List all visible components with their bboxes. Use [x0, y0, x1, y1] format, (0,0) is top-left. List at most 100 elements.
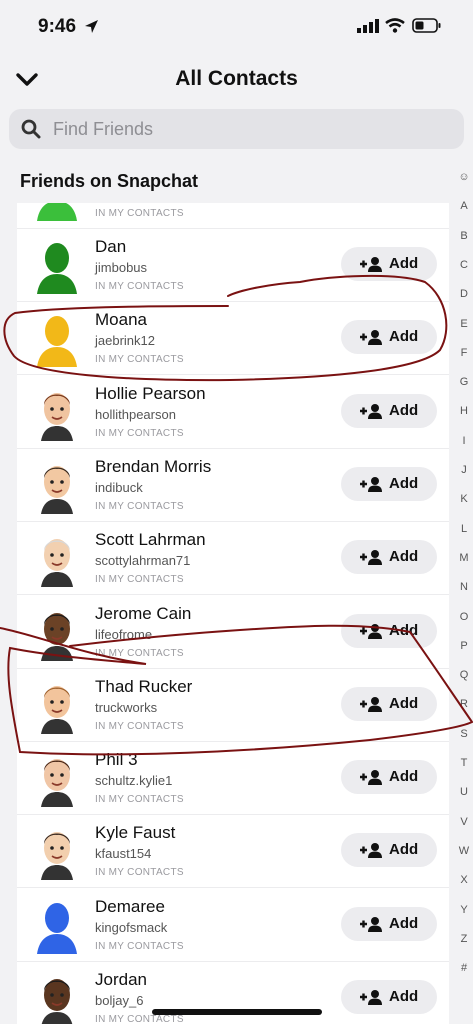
index-letter[interactable]: ☺: [452, 171, 473, 183]
list-item[interactable]: Kyle Faust kfaust154 IN MY CONTACTS Add: [17, 815, 449, 889]
index-letter[interactable]: G: [452, 376, 473, 388]
index-letter[interactable]: E: [452, 318, 473, 330]
index-letter[interactable]: T: [452, 757, 473, 769]
add-friend-button[interactable]: Add: [341, 320, 437, 355]
search-icon: [21, 119, 41, 139]
index-letter[interactable]: U: [452, 786, 473, 798]
list-item[interactable]: Thad Rucker truckworks IN MY CONTACTS Add: [17, 669, 449, 742]
index-letter[interactable]: X: [452, 874, 473, 886]
avatar: [35, 751, 79, 808]
status-time: 9:46: [38, 16, 77, 37]
add-button-label: Add: [389, 255, 419, 272]
list-item[interactable]: Moana jaebrink12 IN MY CONTACTS Add: [17, 302, 449, 376]
list-item[interactable]: Scott Lahrman scottylahrman71 IN MY CONTAC…: [17, 522, 449, 596]
contact-name: Thad Rucker: [95, 676, 193, 696]
index-letter[interactable]: D: [452, 288, 473, 300]
index-letter[interactable]: W: [452, 845, 473, 857]
add-friend-icon: [360, 329, 382, 349]
list-item[interactable]: IN MY CONTACTS: [17, 203, 449, 229]
index-letter[interactable]: S: [452, 728, 473, 740]
add-friend-button[interactable]: Add: [341, 466, 437, 501]
contact-username: kfaust154: [95, 846, 152, 862]
index-letter[interactable]: M: [452, 552, 473, 564]
index-letter[interactable]: H: [452, 405, 473, 417]
contact-name: Demaree: [95, 896, 165, 916]
index-letter[interactable]: A: [452, 200, 473, 212]
add-friend-button[interactable]: Add: [341, 393, 437, 428]
add-friend-button[interactable]: Add: [341, 247, 437, 281]
contact-source: IN MY CONTACTS: [95, 1014, 184, 1024]
contact-username: scottylahrman71: [95, 553, 191, 569]
index-letter[interactable]: Q: [452, 669, 473, 681]
index-letter[interactable]: V: [452, 816, 473, 828]
index-letter[interactable]: O: [452, 611, 473, 623]
contact-username: hollithpearson: [95, 406, 176, 422]
contact-source: IN MY CONTACTS: [95, 794, 184, 806]
contact-name: Jordan: [95, 970, 147, 989]
add-button-label: Add: [389, 768, 419, 786]
avatar: [35, 824, 79, 881]
contacts-list[interactable]: IN MY CONTACTS Dan jimbobus IN MY CONTACTS A…: [17, 203, 449, 1024]
list-item[interactable]: Hollie Pearson hollithpearson IN MY CONTAC…: [17, 376, 449, 449]
add-friend-icon: [360, 476, 382, 496]
index-letter[interactable]: B: [452, 230, 473, 242]
avatar: [35, 311, 79, 368]
add-friend-button[interactable]: Add: [341, 613, 437, 648]
index-letter[interactable]: L: [452, 523, 473, 535]
list-item[interactable]: Demaree kingofsmack IN MY CONTACTS Add: [17, 889, 449, 962]
battery-icon: [412, 18, 441, 33]
search-input[interactable]: [53, 109, 453, 149]
contact-source: IN MY CONTACTS: [95, 574, 184, 586]
list-item[interactable]: Jerome Cain lifeofrome IN MY CONTACTS Add: [17, 596, 449, 669]
contact-source: IN MY CONTACTS: [95, 208, 184, 219]
list-item[interactable]: Brendan Morris indibuck IN MY CONTACTS Add: [17, 449, 449, 522]
add-friend-button[interactable]: Add: [341, 833, 437, 868]
add-friend-button[interactable]: Add: [341, 686, 437, 721]
add-button-label: Add: [389, 841, 419, 859]
list-item[interactable]: Dan jimbobus IN MY CONTACTS Add: [17, 229, 449, 302]
add-friend-icon: [360, 842, 382, 862]
status-bar: 9:46: [0, 0, 473, 52]
contact-source: IN MY CONTACTS: [95, 281, 184, 292]
add-friend-button[interactable]: Add: [341, 980, 437, 1014]
cellular-signal-icon: [357, 19, 379, 33]
contact-username: schultz.kylie1: [95, 773, 173, 789]
index-letter[interactable]: J: [452, 464, 473, 476]
wifi-icon: [385, 18, 405, 33]
add-friend-icon: [360, 989, 382, 1009]
add-button-label: Add: [389, 694, 419, 712]
contact-name: Phil 3: [95, 750, 138, 770]
add-friend-button[interactable]: Add: [341, 906, 437, 941]
contact-name: Dan: [95, 237, 127, 256]
add-friend-button[interactable]: Add: [341, 760, 437, 795]
add-friend-button[interactable]: Add: [341, 540, 437, 575]
index-letter[interactable]: R: [452, 698, 473, 710]
avatar: [35, 458, 79, 514]
add-button-label: Add: [389, 328, 419, 346]
contact-name: Brendan Morris: [95, 456, 212, 476]
avatar: [35, 605, 79, 661]
contact-name: Moana: [95, 310, 147, 330]
location-arrow-icon: [85, 20, 98, 33]
section-title: Friends on Snapchat: [20, 171, 199, 191]
add-button-label: Add: [389, 621, 419, 639]
add-friend-icon: [360, 403, 382, 423]
contact-username: boljay_6: [95, 993, 144, 1008]
index-letter[interactable]: K: [452, 493, 473, 505]
contact-username: jimbobus: [95, 260, 148, 275]
index-letter[interactable]: I: [452, 435, 473, 447]
index-letter[interactable]: Y: [452, 904, 473, 916]
search-bar[interactable]: [9, 109, 464, 149]
list-item[interactable]: Phil 3 schultz.kylie1 IN MY CONTACTS Add: [17, 742, 449, 816]
index-letter[interactable]: C: [452, 259, 473, 271]
index-letter[interactable]: Z: [452, 933, 473, 945]
page-title: All Contacts: [175, 67, 298, 90]
add-friend-icon: [360, 769, 382, 789]
index-letter[interactable]: #: [452, 962, 473, 974]
contact-name: Hollie Pearson: [95, 383, 206, 403]
index-letter[interactable]: F: [452, 347, 473, 359]
index-letter[interactable]: P: [452, 640, 473, 652]
contact-source: IN MY CONTACTS: [95, 500, 184, 512]
contact-username: lifeofrome: [95, 626, 153, 642]
index-letter[interactable]: N: [452, 581, 473, 593]
